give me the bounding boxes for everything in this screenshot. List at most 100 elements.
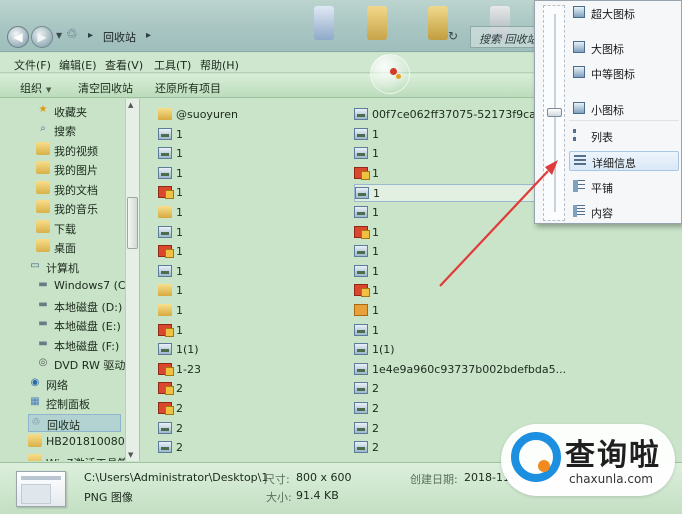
image-file-icon [354,421,368,434]
size-value: 91.4 KB [296,489,339,502]
menu-help[interactable]: 帮助(H) [200,57,239,73]
view-option[interactable]: 大图标 [569,38,679,58]
drive-icon: ▬ [38,318,48,329]
background-thumbnail [367,6,387,40]
nav-item-label: 网络 [46,379,68,392]
list-view-icon [573,129,585,141]
folder-icon [28,454,42,461]
file-name: 1(1) [176,343,199,357]
file-name: 1 [176,166,183,180]
created-date-key: 创建日期: [410,473,458,486]
nav-item[interactable]: ♲ 回收站 [28,414,121,432]
scroll-down-icon[interactable]: ▼ [128,451,133,459]
nav-item-label: Windows7 (C: [54,279,130,292]
view-option[interactable]: 详细信息 [569,151,679,171]
organize-label: 组织 [20,82,42,95]
nav-item-label: 下载 [54,223,76,236]
file-name: 1 [176,284,183,298]
back-button[interactable]: ◀ [7,26,29,48]
image-file-icon [354,206,368,218]
nav-item-label: 我的音乐 [54,203,98,216]
file-name: 1 [372,284,379,298]
image-file-icon [158,225,172,238]
breadcrumb-separator-icon[interactable]: ▸ [146,30,151,41]
menu-view[interactable]: 查看(V) [105,57,143,73]
view-option[interactable]: 超大图标 [569,3,679,23]
navigation-scrollbar[interactable]: ▲ ▼ [125,99,139,461]
nav-item-label: 本地磁盘 (D:) [54,301,123,314]
image-file-icon [354,245,368,258]
recent-pages-dropdown-icon[interactable]: ▼ [56,31,62,40]
organize-button[interactable]: 组织 ▼ [20,80,51,96]
folder-icon [36,239,50,252]
file-name: 1 [176,245,183,259]
file-name: 2 [372,421,379,435]
search-input[interactable]: 搜索 回收站 [470,26,542,48]
large-icons-icon [573,41,585,53]
tiles-view-icon [573,180,585,192]
file-name: 1 [176,225,183,239]
file-name: 2 [372,441,379,455]
file-name: 1 [372,304,379,317]
folder-icon [158,284,172,297]
view-option-label: 详细信息 [592,157,636,170]
file-name: 1 [372,245,379,259]
folder-icon [158,304,172,316]
archive-file-icon [158,323,174,337]
image-file-icon [354,343,368,356]
refresh-icon[interactable]: ↻ [448,29,458,43]
nav-item-label: 搜索 [54,125,76,138]
decorative-dot [396,74,401,79]
chevron-down-icon: ▼ [46,86,52,94]
image-file-icon [354,362,368,375]
slider-thumb[interactable] [547,108,562,117]
drive-icon: ▬ [38,279,48,290]
menu-edit[interactable]: 编辑(E) [59,57,97,73]
nav-item-label: 我的文档 [54,184,98,197]
view-option-label: 平铺 [591,182,613,195]
view-option[interactable]: 中等图标 [569,63,679,83]
file-name: 1 [372,206,379,219]
image-file-icon [354,127,368,140]
control-panel-icon: ▦ [30,396,40,407]
nav-item-label: HB2018100800 [46,435,132,448]
restore-all-button[interactable]: 还原所有项目 [155,80,221,96]
scroll-up-icon[interactable]: ▲ [128,101,133,109]
view-option-label: 列表 [591,131,613,144]
star-icon: ★ [38,104,48,115]
view-option[interactable]: 平铺 [569,177,679,197]
file-name: 2 [176,402,183,415]
view-option-label: 内容 [591,207,613,220]
recycle-bin-icon: ♲ [31,417,41,428]
dimensions-value: 800 x 600 [296,471,352,484]
file-thumbnail [16,471,66,507]
archive-file-icon [158,402,174,415]
view-option[interactable]: 内容 [569,202,679,222]
menu-separator [569,120,679,121]
menu-tools[interactable]: 工具(T) [154,57,191,73]
breadcrumb-recycle-bin[interactable]: 回收站 [103,29,136,45]
computer-icon: ▭ [30,260,40,271]
file-name: 1 [176,127,183,141]
file-item[interactable]: 1 [354,184,542,203]
watermark-logo-icon [511,432,561,482]
view-option[interactable]: 列表 [569,126,679,146]
folder-icon [158,206,172,218]
scrollbar-thumb[interactable] [127,197,138,249]
archive-file-icon [354,225,370,239]
size-key: 大小: [266,491,292,504]
view-size-slider[interactable] [543,5,565,221]
breadcrumb-separator-icon[interactable]: ▸ [88,30,93,41]
folder-icon [158,108,172,120]
file-name: 1e4e9a960c93737b002bdefbda5... [372,362,567,376]
details-view-icon [574,155,586,167]
empty-recycle-bin-button[interactable]: 清空回收站 [78,80,133,96]
file-name: 2 [372,402,379,415]
file-name: 2 [176,441,183,455]
search-icon: ⌕ [40,123,46,134]
forward-button[interactable]: ▶ [31,26,53,48]
view-option[interactable]: 小图标 [569,99,679,119]
image-file-icon [354,323,368,336]
nav-item-label: Win7激活工具箱 [46,455,129,461]
menu-file[interactable]: 文件(F) [14,57,51,73]
